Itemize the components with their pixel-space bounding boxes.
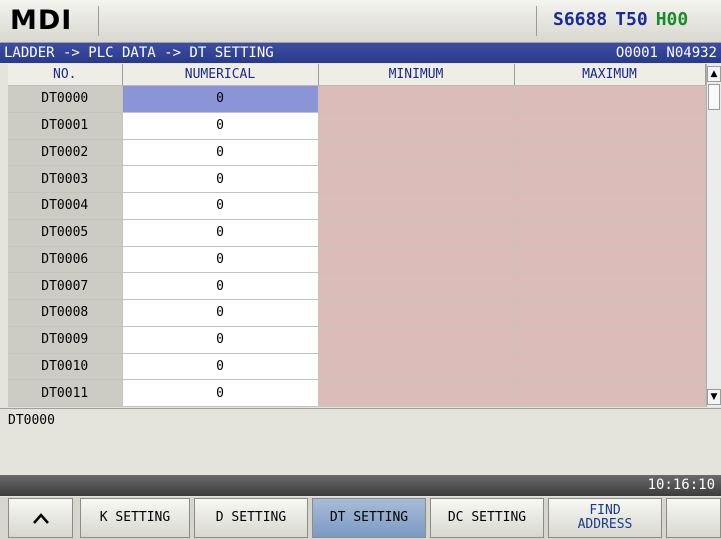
table-row[interactable]: DT0003 0 (8, 165, 706, 193)
maximum-cell[interactable] (514, 379, 706, 407)
maximum-cell[interactable] (514, 246, 706, 274)
table-row[interactable]: DT0001 0 (8, 112, 706, 140)
current-address-text: DT0000 (8, 413, 55, 428)
maximum-cell[interactable] (514, 139, 706, 167)
minimum-cell[interactable] (318, 379, 515, 407)
chevron-up-icon (31, 511, 51, 525)
numerical-value-cell[interactable]: 0 (122, 139, 319, 167)
table-row[interactable]: DT0005 0 (8, 219, 706, 247)
numerical-value-cell[interactable]: 0 (122, 85, 319, 113)
dt-address-cell: DT0007 (8, 272, 123, 300)
softkey-find-label-1: FIND (589, 503, 621, 518)
column-header-minimum: MINIMUM (318, 64, 515, 86)
table-header-row: NO. NUMERICAL MINIMUM MAXIMUM (8, 64, 706, 86)
dt-address-cell: DT0004 (8, 192, 123, 220)
table-row[interactable]: DT0011 0 (8, 379, 706, 407)
column-header-no: NO. (8, 64, 123, 86)
table-row[interactable]: DT0010 0 (8, 353, 706, 381)
maximum-cell[interactable] (514, 112, 706, 140)
numerical-value-cell[interactable]: 0 (122, 165, 319, 193)
table-row[interactable]: DT0002 0 (8, 139, 706, 167)
maximum-cell[interactable] (514, 219, 706, 247)
dt-address-cell: DT0010 (8, 353, 123, 381)
scroll-up-icon[interactable]: ▲ (707, 66, 721, 82)
table-scrollbar[interactable]: ▲ ▼ (706, 64, 721, 407)
dt-address-cell: DT0002 (8, 139, 123, 167)
table-row[interactable]: DT0000 0 (8, 85, 706, 113)
table-row[interactable]: DT0008 0 (8, 299, 706, 327)
header-divider (536, 6, 537, 36)
softkey-blank[interactable] (666, 498, 721, 538)
numerical-value-cell[interactable]: 0 (122, 353, 319, 381)
numerical-value-cell[interactable]: 0 (122, 192, 319, 220)
minimum-cell[interactable] (318, 165, 515, 193)
dt-address-cell: DT0000 (8, 85, 123, 113)
minimum-cell[interactable] (318, 112, 515, 140)
numerical-value-cell[interactable]: 0 (122, 299, 319, 327)
table-row[interactable]: DT0009 0 (8, 326, 706, 354)
minimum-cell[interactable] (318, 326, 515, 354)
dt-address-cell: DT0001 (8, 112, 123, 140)
maximum-cell[interactable] (514, 353, 706, 381)
numerical-value-cell[interactable]: 0 (122, 219, 319, 247)
table-row[interactable]: DT0007 0 (8, 272, 706, 300)
spindle-tool-readout: S6688 T50 H00 (553, 9, 696, 30)
maximum-cell[interactable] (514, 272, 706, 300)
tool-number: T50 (615, 9, 648, 30)
scroll-down-icon[interactable]: ▼ (707, 389, 721, 405)
program-number: O0001 N04932 (615, 45, 717, 61)
spindle-speed: S6688 (553, 9, 608, 30)
breadcrumb: LADDER -> PLC DATA -> DT SETTING (4, 45, 274, 61)
offset-number: H00 (655, 9, 689, 30)
softkey-find-label-2: ADDRESS (577, 517, 633, 532)
numerical-value-cell[interactable]: 0 (122, 326, 319, 354)
maximum-cell[interactable] (514, 192, 706, 220)
dt-address-cell: DT0003 (8, 165, 123, 193)
clock: 10:16:10 (647, 477, 715, 493)
dt-address-cell: DT0006 (8, 246, 123, 274)
softkey-find-address[interactable]: FIND ADDRESS (548, 498, 662, 538)
softkey-dc-setting[interactable]: DC SETTING (430, 498, 544, 538)
minimum-cell[interactable] (318, 85, 515, 113)
numerical-value-cell[interactable]: 0 (122, 112, 319, 140)
softkey-return[interactable] (8, 498, 73, 538)
minimum-cell[interactable] (318, 299, 515, 327)
input-message-area: DT0000 (0, 408, 721, 475)
minimum-cell[interactable] (318, 353, 515, 381)
minimum-cell[interactable] (318, 272, 515, 300)
softkey-dt-setting[interactable]: DT SETTING (312, 498, 426, 538)
softkey-bar: K SETTING D SETTING DT SETTING DC SETTIN… (0, 497, 721, 539)
dt-address-cell: DT0011 (8, 379, 123, 407)
softkey-d-setting[interactable]: D SETTING (194, 498, 308, 538)
maximum-cell[interactable] (514, 299, 706, 327)
dt-address-cell: DT0005 (8, 219, 123, 247)
time-bar: 10:16:10 (0, 475, 721, 496)
maximum-cell[interactable] (514, 326, 706, 354)
table-row[interactable]: DT0006 0 (8, 246, 706, 274)
dt-address-cell: DT0009 (8, 326, 123, 354)
dt-address-cell: DT0008 (8, 299, 123, 327)
maximum-cell[interactable] (514, 85, 706, 113)
minimum-cell[interactable] (318, 219, 515, 247)
breadcrumb-bar: LADDER -> PLC DATA -> DT SETTING O0001 N… (0, 43, 721, 63)
header-divider (98, 6, 99, 36)
minimum-cell[interactable] (318, 139, 515, 167)
scroll-thumb[interactable] (708, 84, 720, 110)
column-header-maximum: MAXIMUM (514, 64, 706, 86)
mode-indicator: MDI (10, 5, 73, 36)
minimum-cell[interactable] (318, 192, 515, 220)
column-header-numerical: NUMERICAL (122, 64, 319, 86)
maximum-cell[interactable] (514, 165, 706, 193)
dt-setting-table: NO. NUMERICAL MINIMUM MAXIMUM DT0000 0 DT0… (8, 64, 706, 407)
numerical-value-cell[interactable]: 0 (122, 246, 319, 274)
numerical-value-cell[interactable]: 0 (122, 272, 319, 300)
softkey-k-setting[interactable]: K SETTING (80, 498, 190, 538)
minimum-cell[interactable] (318, 246, 515, 274)
numerical-value-cell[interactable]: 0 (122, 379, 319, 407)
status-header: MDI S6688 T50 H00 (0, 0, 721, 43)
table-row[interactable]: DT0004 0 (8, 192, 706, 220)
